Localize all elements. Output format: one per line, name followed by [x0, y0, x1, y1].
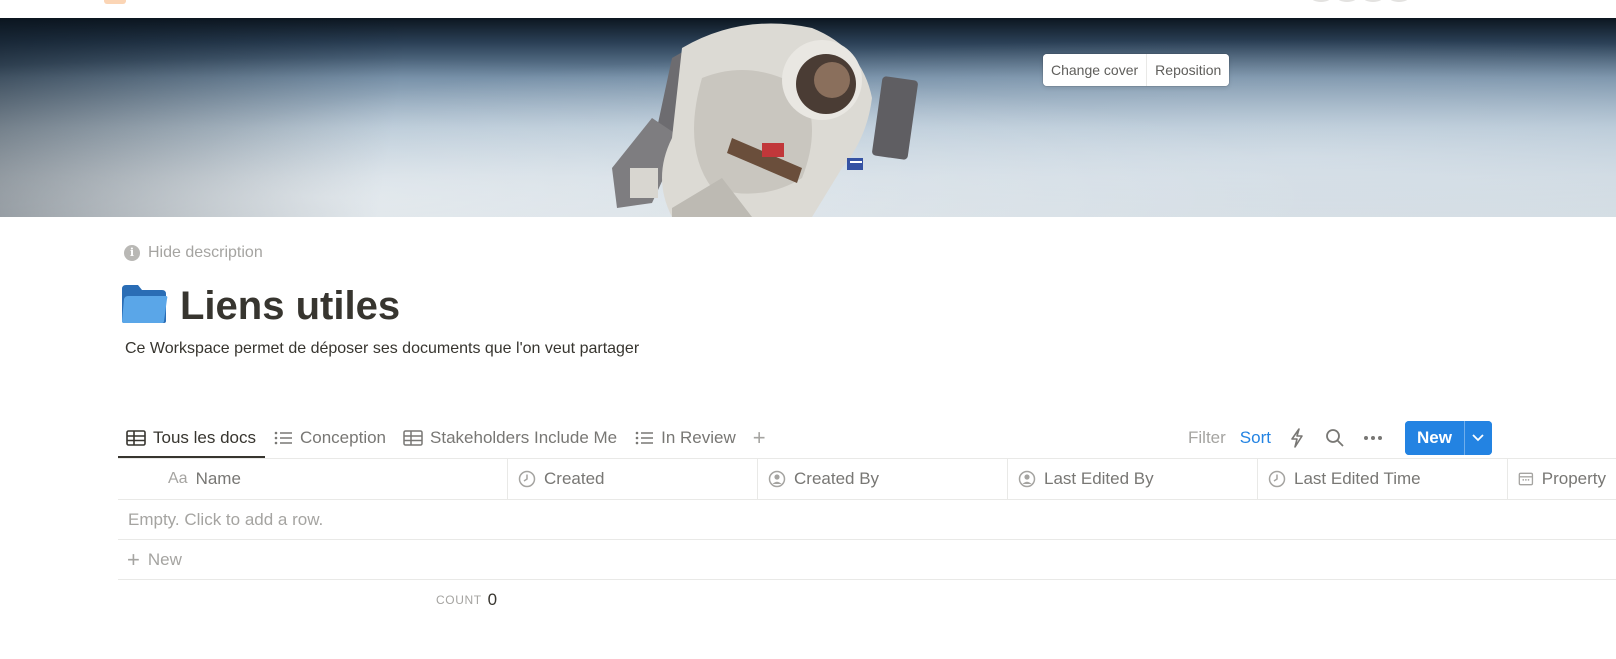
automation-button[interactable] — [1279, 423, 1315, 453]
column-header-created-by[interactable]: Created By — [758, 459, 1008, 499]
collaborator-avatars[interactable] — [1310, 0, 1410, 2]
new-button-group: New — [1404, 421, 1492, 455]
hide-description-button[interactable]: i Hide description — [124, 244, 263, 262]
person-icon — [768, 470, 786, 488]
table-header: Aa Name Created Created By Last Edited B… — [118, 458, 1616, 500]
filter-button[interactable]: Filter — [1182, 428, 1232, 448]
column-header-last-edited-time[interactable]: Last Edited Time — [1258, 459, 1508, 499]
page-title[interactable]: Liens utiles — [180, 284, 400, 329]
tab-in-review[interactable]: In Review — [626, 418, 745, 458]
new-dropdown-button[interactable] — [1463, 421, 1492, 455]
hide-description-label: Hide description — [148, 244, 263, 261]
search-icon — [1326, 429, 1344, 447]
tab-conception[interactable]: Conception — [265, 418, 395, 458]
table-icon — [126, 430, 146, 446]
empty-table-row[interactable]: Empty. Click to add a row. — [118, 500, 1616, 540]
plus-icon: + — [127, 546, 140, 572]
column-label: Last Edited Time — [1294, 469, 1421, 488]
new-row-label: New — [147, 549, 182, 569]
sort-button[interactable]: Sort — [1234, 428, 1277, 448]
column-header-name[interactable]: Aa Name — [118, 459, 508, 499]
info-icon: i — [124, 245, 140, 261]
tab-label: Tous les docs — [153, 428, 256, 447]
topbar-actions — [1480, 0, 1550, 3]
workspace-icon[interactable] — [104, 0, 126, 4]
column-label: Property — [1541, 469, 1606, 488]
calendar-icon — [1518, 472, 1534, 486]
cover-actions: Change cover Reposition — [1043, 54, 1230, 86]
chevron-down-icon — [1472, 434, 1485, 442]
plus-icon: + — [752, 425, 766, 450]
clock-icon — [518, 470, 536, 488]
person-icon — [1018, 470, 1036, 488]
view-tabs: Tous les docs Conception Stakeholders In… — [118, 418, 774, 458]
change-cover-button[interactable]: Change cover — [1043, 54, 1147, 86]
add-row-button[interactable]: + New — [118, 540, 1616, 580]
column-label: Name — [195, 469, 241, 488]
database-table: Aa Name Created Created By Last Edited B… — [118, 458, 1616, 620]
count-label: COUNT — [436, 593, 482, 607]
tab-label: Stakeholders Include Me — [430, 428, 618, 447]
column-label: Last Edited By — [1044, 469, 1154, 488]
count-footer[interactable]: COUNT 0 — [118, 580, 1616, 620]
title-icon: Aa — [168, 470, 188, 487]
lightning-icon — [1291, 428, 1303, 448]
avatar[interactable] — [1388, 0, 1410, 2]
top-bar — [0, 0, 1616, 18]
column-label: Created By — [794, 469, 880, 488]
clock-icon — [1268, 470, 1286, 488]
page-description[interactable]: Ce Workspace permet de déposer ses docum… — [125, 340, 639, 358]
avatar[interactable] — [1310, 0, 1332, 2]
cover-image: Change cover Reposition — [0, 18, 1616, 217]
count-value: 0 — [487, 590, 498, 609]
ellipsis-icon — [1363, 436, 1382, 440]
column-header-last-edited-by[interactable]: Last Edited By — [1008, 459, 1258, 499]
list-icon — [274, 431, 292, 445]
tab-stakeholders-include-me[interactable]: Stakeholders Include Me — [395, 418, 626, 458]
avatar[interactable] — [1362, 0, 1384, 2]
column-label: Created — [544, 469, 605, 488]
more-options-button[interactable] — [1355, 423, 1391, 453]
reposition-button[interactable]: Reposition — [1147, 54, 1230, 86]
new-button[interactable]: New — [1404, 421, 1464, 455]
page-title-row: Liens utiles — [120, 283, 400, 330]
table-icon — [403, 430, 423, 446]
tab-label: Conception — [300, 428, 387, 447]
column-header-created[interactable]: Created — [508, 459, 758, 499]
avatar[interactable] — [1336, 0, 1358, 2]
search-button[interactable] — [1317, 423, 1353, 453]
list-icon — [635, 431, 654, 445]
database-toolbar: Filter Sort New — [1182, 418, 1492, 458]
column-header-property[interactable]: Property — [1508, 459, 1616, 499]
astronaut-illustration — [612, 23, 918, 217]
tab-label: In Review — [661, 428, 736, 447]
tab-tous-les-docs[interactable]: Tous les docs — [118, 418, 265, 458]
add-view-button[interactable]: + — [745, 418, 774, 458]
blue-folder-icon[interactable] — [120, 283, 168, 330]
